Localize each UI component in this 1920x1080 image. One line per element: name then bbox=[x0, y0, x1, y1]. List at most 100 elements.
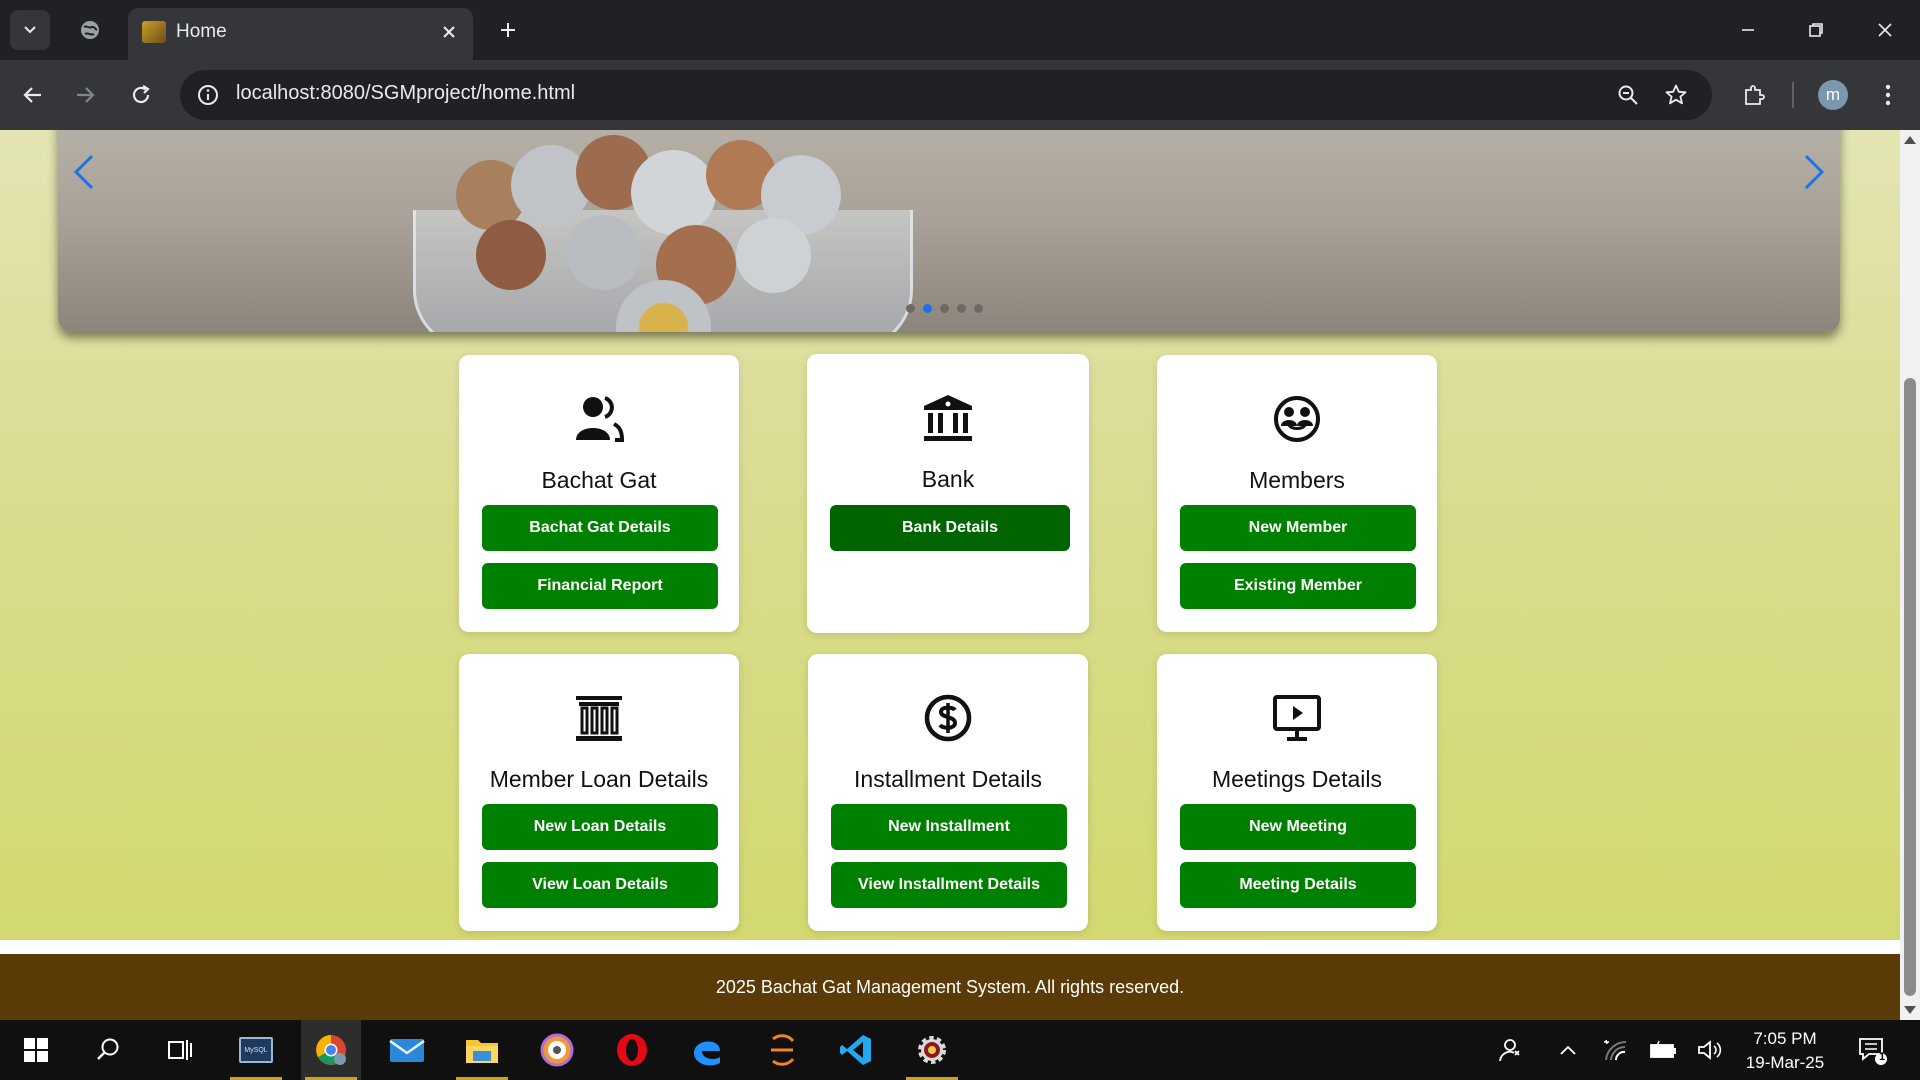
page-content: Bachat Gat Bachat Gat Details Financial … bbox=[0, 130, 1900, 1020]
people-icon bbox=[1499, 1039, 1520, 1062]
scrollbar-thumb[interactable] bbox=[1904, 378, 1916, 996]
music-disc-icon bbox=[540, 1033, 574, 1067]
bachat-gat-details-button[interactable]: Bachat Gat Details bbox=[482, 505, 718, 551]
card-title: Installment Details bbox=[854, 766, 1042, 792]
card-members: Members New Member Existing Member bbox=[1157, 355, 1437, 632]
action-center-button[interactable]: 1 bbox=[1850, 1020, 1894, 1080]
carousel-next-button[interactable] bbox=[1796, 148, 1832, 196]
gear-icon bbox=[918, 1036, 946, 1064]
zoom-out-icon bbox=[1618, 85, 1638, 105]
taskbar-app-mail[interactable] bbox=[377, 1020, 437, 1080]
coin bbox=[736, 218, 811, 293]
clock-date: 19-Mar-25 bbox=[1745, 1053, 1825, 1072]
task-view-button[interactable] bbox=[150, 1020, 210, 1080]
extensions-button[interactable] bbox=[1734, 75, 1774, 115]
people-button[interactable] bbox=[1490, 1020, 1530, 1080]
back-button[interactable] bbox=[13, 75, 53, 115]
volume-button[interactable] bbox=[1694, 1020, 1726, 1080]
restore-button[interactable] bbox=[1793, 10, 1839, 50]
chevron-left-icon bbox=[73, 154, 94, 190]
close-icon bbox=[1878, 23, 1892, 37]
new-member-button[interactable]: New Member bbox=[1180, 505, 1416, 551]
chevron-up-icon bbox=[1560, 1045, 1576, 1055]
scroll-up-arrow-icon[interactable] bbox=[1904, 136, 1916, 144]
footer-copyright: 2025 Bachat Gat Management System. All r… bbox=[715, 976, 1185, 997]
new-tab-button[interactable] bbox=[492, 14, 524, 46]
carousel-indicators bbox=[906, 304, 983, 313]
financial-report-button[interactable]: Financial Report bbox=[482, 563, 718, 609]
search-icon bbox=[97, 1038, 119, 1060]
taskbar-app-tomcat[interactable] bbox=[902, 1020, 962, 1080]
new-loan-details-button[interactable]: New Loan Details bbox=[482, 804, 718, 850]
carousel-dot-3[interactable] bbox=[940, 304, 949, 313]
clock-time: 7:05 PM bbox=[1753, 1029, 1817, 1048]
tab-close-button[interactable] bbox=[437, 20, 461, 44]
forward-button[interactable] bbox=[65, 75, 105, 115]
close-window-button[interactable] bbox=[1862, 10, 1908, 50]
bookmark-button[interactable] bbox=[1660, 79, 1692, 111]
browser-tab-bar: Home bbox=[0, 0, 1920, 60]
view-installment-details-button[interactable]: View Installment Details bbox=[831, 862, 1067, 908]
tab-home[interactable]: Home bbox=[128, 8, 473, 60]
taskbar-app-vscode[interactable] bbox=[826, 1020, 886, 1080]
site-favicon-icon bbox=[142, 21, 166, 43]
tab-search-button[interactable] bbox=[10, 10, 50, 50]
carousel-dot-2[interactable] bbox=[923, 304, 932, 313]
taskbar-clock[interactable]: 7:05 PM 19-Mar-25 bbox=[1730, 1027, 1840, 1075]
page-scrollbar[interactable] bbox=[1900, 130, 1920, 1020]
users-icon bbox=[576, 396, 624, 442]
search-button[interactable] bbox=[78, 1020, 138, 1080]
card-bachat-gat: Bachat Gat Bachat Gat Details Financial … bbox=[459, 355, 739, 632]
coin bbox=[476, 220, 546, 290]
star-icon bbox=[1665, 84, 1687, 105]
bank-details-button[interactable]: Bank Details bbox=[830, 505, 1070, 551]
chevron-down-icon bbox=[24, 26, 36, 34]
taskbar-app-media-player[interactable] bbox=[527, 1020, 587, 1080]
card-title: Member Loan Details bbox=[489, 766, 709, 792]
taskbar-app-file-explorer[interactable] bbox=[452, 1020, 512, 1080]
minimize-button[interactable] bbox=[1725, 10, 1771, 50]
url-text[interactable]: localhost:8080/SGMproject/home.html bbox=[236, 82, 575, 105]
site-info-button[interactable] bbox=[194, 81, 222, 109]
reload-button[interactable] bbox=[121, 75, 161, 115]
taskbar-app-opera[interactable] bbox=[602, 1020, 662, 1080]
chevron-right-icon bbox=[1804, 154, 1825, 190]
toolbar-divider bbox=[1792, 82, 1794, 108]
new-meeting-button[interactable]: New Meeting bbox=[1180, 804, 1416, 850]
zoom-button[interactable] bbox=[1612, 79, 1644, 111]
taskbar-app-eclipse[interactable] bbox=[752, 1020, 812, 1080]
coin-jar-image bbox=[413, 135, 913, 332]
card-title: Bank bbox=[921, 466, 975, 492]
card-installment-details: Installment Details New Installment View… bbox=[808, 654, 1088, 931]
bank-icon bbox=[924, 395, 972, 441]
coin bbox=[566, 215, 641, 290]
task-view-icon bbox=[168, 1040, 192, 1060]
taskbar-app-edge[interactable] bbox=[677, 1020, 737, 1080]
new-installment-button[interactable]: New Installment bbox=[831, 804, 1067, 850]
scroll-down-arrow-icon[interactable] bbox=[1904, 1006, 1916, 1014]
network-button[interactable] bbox=[1600, 1020, 1632, 1080]
taskbar-app-chrome[interactable] bbox=[301, 1020, 361, 1080]
tab-inactive[interactable] bbox=[74, 14, 106, 46]
start-button[interactable] bbox=[6, 1020, 66, 1080]
taskbar-app-mysql[interactable]: MySQL bbox=[226, 1020, 286, 1080]
battery-charging-icon bbox=[1650, 1040, 1676, 1058]
address-bar[interactable]: localhost:8080/SGMproject/home.html bbox=[180, 70, 1712, 120]
show-hidden-icons-button[interactable] bbox=[1553, 1020, 1583, 1080]
browser-menu-button[interactable] bbox=[1868, 75, 1908, 115]
profile-avatar[interactable]: m bbox=[1818, 80, 1848, 110]
view-loan-details-button[interactable]: View Loan Details bbox=[482, 862, 718, 908]
info-icon bbox=[198, 85, 218, 105]
carousel-prev-button[interactable] bbox=[66, 148, 102, 196]
wifi-icon bbox=[1604, 1039, 1627, 1061]
card-meetings-details: Meetings Details New Meeting Meeting Det… bbox=[1157, 654, 1437, 931]
meeting-details-button[interactable]: Meeting Details bbox=[1180, 862, 1416, 908]
eclipse-icon bbox=[771, 1034, 795, 1066]
battery-button[interactable] bbox=[1647, 1020, 1679, 1080]
carousel-dot-5[interactable] bbox=[974, 304, 983, 313]
existing-member-button[interactable]: Existing Member bbox=[1180, 563, 1416, 609]
carousel-dot-4[interactable] bbox=[957, 304, 966, 313]
mail-icon bbox=[389, 1039, 425, 1062]
coin bbox=[631, 150, 716, 235]
carousel-dot-1[interactable] bbox=[906, 304, 915, 313]
